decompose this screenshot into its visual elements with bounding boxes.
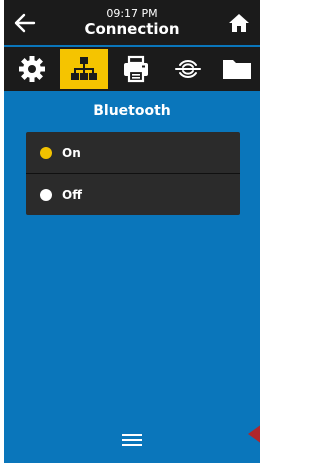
tab-settings[interactable]: [8, 49, 56, 89]
bluetooth-options-list: On Off: [26, 132, 240, 215]
folder-icon: [223, 60, 251, 79]
option-label: Off: [62, 187, 82, 202]
network-connection-icon: [71, 57, 97, 80]
corner-indicator-icon: [248, 425, 260, 443]
tab-rfid[interactable]: [164, 49, 212, 89]
radio-selected-icon: [40, 146, 52, 159]
header-bar: 09:17 PM Connection: [4, 0, 260, 45]
menu-icon: [122, 434, 142, 446]
option-off[interactable]: Off: [26, 173, 240, 215]
tab-bar: [4, 47, 260, 91]
section-title: Bluetooth: [93, 103, 171, 119]
home-button[interactable]: [226, 10, 252, 36]
option-on[interactable]: On: [26, 132, 240, 173]
tab-storage[interactable]: [216, 49, 258, 89]
printer-screen: 09:17 PM Connection Bluetooth On Off: [4, 0, 260, 463]
tab-connection[interactable]: [60, 49, 108, 89]
printer-icon: [124, 55, 148, 83]
settings-gear-icon: [19, 56, 45, 82]
menu-button[interactable]: [122, 434, 142, 450]
tab-print[interactable]: [112, 49, 160, 89]
clock-time: 09:17 PM: [106, 7, 158, 20]
option-label: On: [62, 145, 81, 160]
radio-unselected-icon: [40, 188, 52, 201]
page-title: Connection: [84, 20, 180, 38]
rfid-wireless-icon: [175, 60, 201, 78]
home-icon: [229, 14, 249, 32]
